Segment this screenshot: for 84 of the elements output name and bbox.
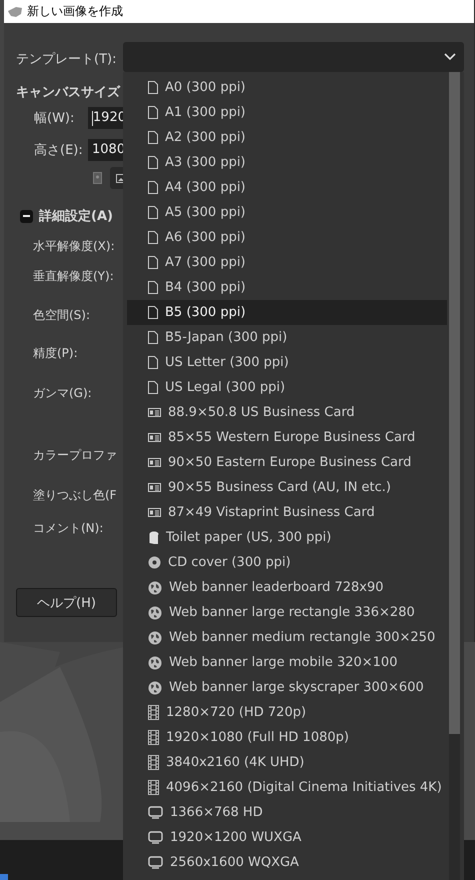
- menu-item[interactable]: US Letter (300 ppi): [127, 350, 447, 375]
- field-label: カラープロファ: [33, 447, 117, 463]
- menu-item[interactable]: Web banner large mobile 320×100: [127, 650, 447, 675]
- window-title: 新しい画像を作成: [27, 3, 123, 20]
- page-icon: [148, 156, 158, 169]
- menu-item[interactable]: CD cover (300 ppi): [127, 550, 447, 575]
- menu-item[interactable]: 88.9×50.8 US Business Card: [127, 400, 447, 425]
- field-label: 幅(W):: [34, 110, 76, 127]
- id-card-icon: [148, 508, 161, 517]
- field-label: ガンマ(G):: [33, 385, 92, 401]
- film-icon: [148, 705, 159, 720]
- monitor-icon: [148, 806, 163, 819]
- id-card-icon: [148, 483, 161, 492]
- id-card-icon: [148, 458, 161, 467]
- field-label: 精度(P):: [33, 345, 78, 361]
- menu-item[interactable]: 1920×1200 WUXGA: [127, 825, 447, 850]
- menu-item[interactable]: A0 (300 ppi): [127, 75, 447, 100]
- template-label: テンプレート(T):: [16, 51, 116, 68]
- help-button[interactable]: ヘルプ(H): [16, 588, 117, 617]
- globe-icon: [148, 656, 162, 670]
- menu-item[interactable]: US Legal (300 ppi): [127, 375, 447, 400]
- menu-item[interactable]: B5 (300 ppi): [127, 300, 447, 325]
- film-icon: [148, 780, 159, 795]
- menu-item[interactable]: A1 (300 ppi): [127, 100, 447, 125]
- menu-item[interactable]: Web banner medium rectangle 300×250: [127, 625, 447, 650]
- page-icon: [148, 106, 158, 119]
- menu-item[interactable]: B5-Japan (300 ppi): [127, 325, 447, 350]
- section-heading: キャンバスサイズ: [16, 84, 120, 101]
- field-label: 高さ(E):: [34, 142, 82, 159]
- globe-icon: [148, 606, 162, 620]
- menu-item[interactable]: 1920×1080 (Full HD 1080p): [127, 725, 447, 750]
- menu-item[interactable]: 90×50 Eastern Europe Business Card: [127, 450, 447, 475]
- scrollbar[interactable]: [449, 72, 460, 880]
- film-icon: [148, 730, 159, 745]
- page-icon: [148, 81, 158, 94]
- page-icon: [148, 381, 158, 394]
- id-card-icon: [148, 408, 161, 417]
- field-label: 色空間(S):: [33, 307, 90, 323]
- page-icon: [148, 206, 158, 219]
- monitor-icon: [148, 856, 163, 869]
- field-label: 塗りつぶし色(F: [33, 487, 117, 503]
- menu-item[interactable]: Toilet paper (US, 300 ppi): [127, 525, 447, 550]
- portrait-icon[interactable]: [93, 172, 102, 184]
- page-icon: [148, 131, 158, 144]
- menu-item[interactable]: 90×55 Business Card (AU, IN etc.): [127, 475, 447, 500]
- id-card-icon: [148, 433, 161, 442]
- page-icon: [148, 331, 158, 344]
- page-icon: [148, 256, 158, 269]
- menu-item[interactable]: A2 (300 ppi): [127, 125, 447, 150]
- page-icon: [148, 231, 158, 244]
- menu-item[interactable]: Web banner large rectangle 336×280: [127, 600, 447, 625]
- menu-item[interactable]: 3840x2160 (4K UHD): [127, 750, 447, 775]
- menu-item[interactable]: A4 (300 ppi): [127, 175, 447, 200]
- menu-item[interactable]: A5 (300 ppi): [127, 200, 447, 225]
- app-icon: [7, 6, 23, 18]
- menu-item[interactable]: 2560x1600 WQXGA: [127, 850, 447, 875]
- globe-icon: [148, 680, 162, 694]
- field-label: 水平解像度(X):: [33, 238, 115, 254]
- menu-item[interactable]: Web banner leaderboard 728x90: [127, 575, 447, 600]
- field-label: 垂直解像度(Y):: [33, 268, 114, 284]
- film-icon: [148, 755, 159, 770]
- field-label: コメント(N):: [33, 520, 104, 536]
- menu-item[interactable]: 1366×768 HD: [127, 800, 447, 825]
- section-heading: 詳細設定(A): [39, 208, 113, 225]
- menu-item[interactable]: A3 (300 ppi): [127, 150, 447, 175]
- globe-icon: [148, 630, 162, 644]
- globe-icon: [148, 580, 162, 594]
- menu-item[interactable]: A6 (300 ppi): [127, 225, 447, 250]
- monitor-icon: [148, 831, 163, 844]
- menu-item[interactable]: Web banner large skyscraper 300×600: [127, 675, 447, 700]
- page-icon: [148, 306, 158, 319]
- menu-item[interactable]: 87×49 Vistaprint Business Card: [127, 500, 447, 525]
- paper-roll-icon: [148, 530, 159, 544]
- disc-icon: [148, 556, 161, 569]
- menu-item[interactable]: 4096×2160 (Digital Cinema Initiatives 4K): [127, 775, 447, 800]
- menu-item[interactable]: B4 (300 ppi): [127, 275, 447, 300]
- page-icon: [148, 356, 158, 369]
- page-icon: [148, 181, 158, 194]
- menu-item[interactable]: 1280×720 (HD 720p): [127, 700, 447, 725]
- chevron-down-icon: [444, 53, 456, 61]
- collapse-icon[interactable]: [20, 210, 33, 222]
- page-icon: [148, 281, 158, 294]
- menu-item[interactable]: A7 (300 ppi): [127, 250, 447, 275]
- menu-item[interactable]: 85×55 Western Europe Business Card: [127, 425, 447, 450]
